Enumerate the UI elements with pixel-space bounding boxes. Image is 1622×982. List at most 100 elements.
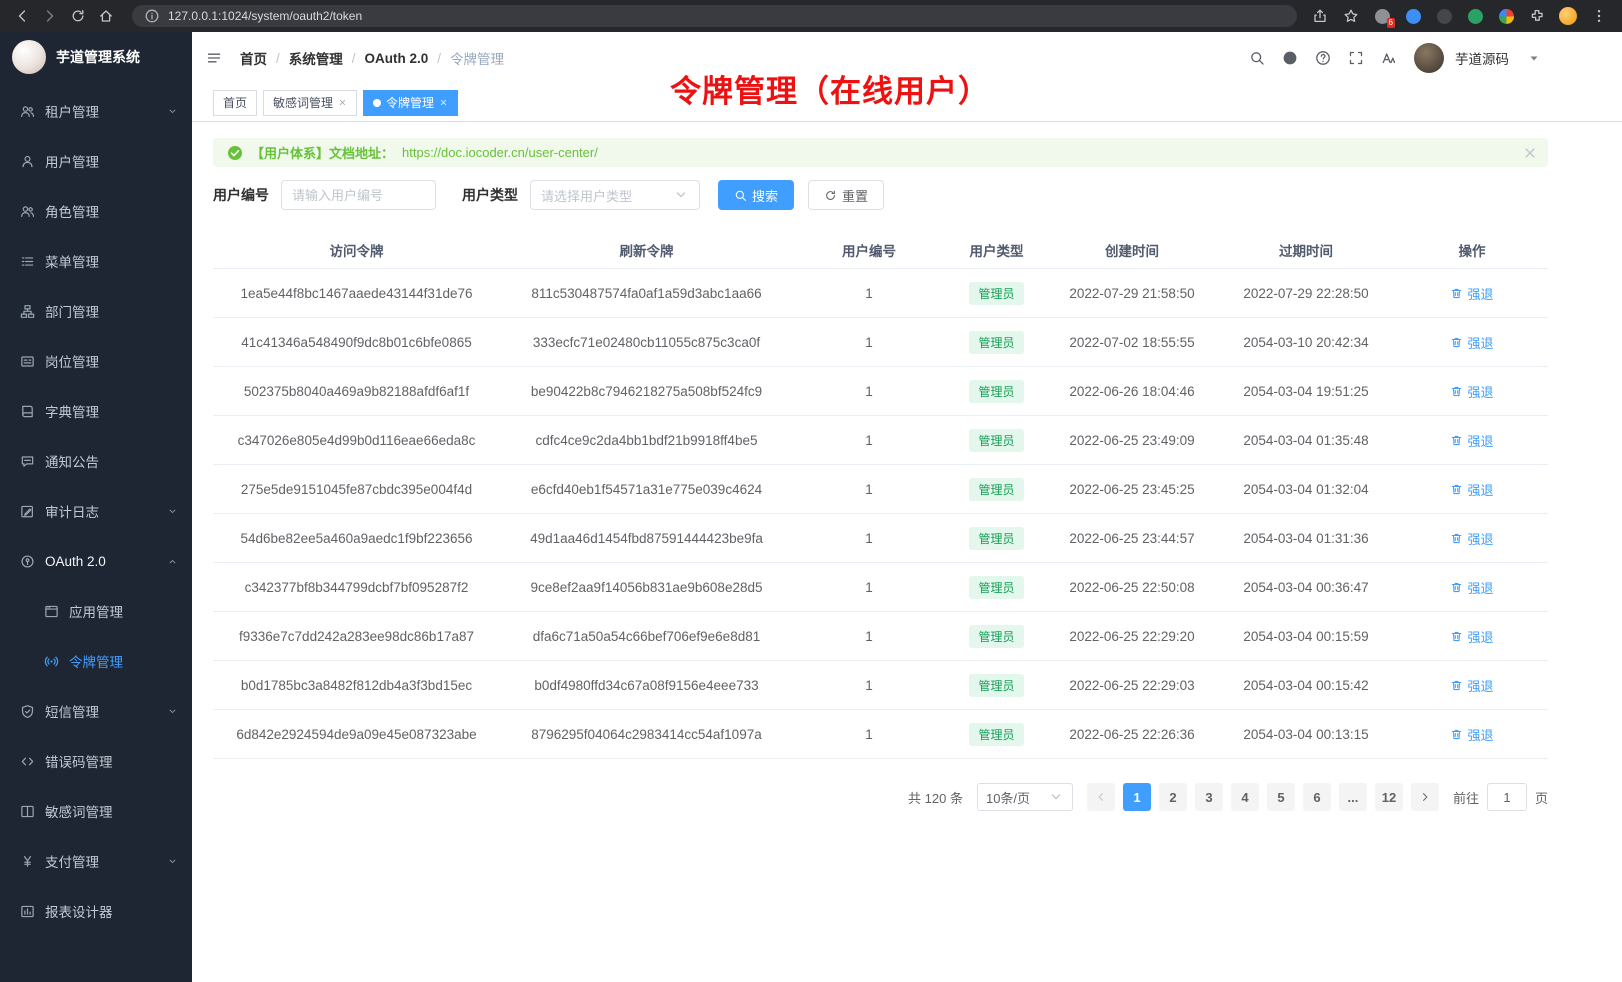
force-logout-button[interactable]: 强退 [1450, 578, 1493, 597]
extension-badged-icon[interactable]: 6 [1373, 7, 1391, 25]
prev-page-button[interactable] [1087, 783, 1115, 811]
expire-time-cell: 2054-03-04 01:31:36 [1216, 514, 1396, 562]
search-button[interactable]: 搜索 [718, 180, 794, 210]
alert-close-icon[interactable] [1522, 145, 1538, 161]
tab-token[interactable]: 令牌管理 [363, 90, 458, 116]
font-size-icon[interactable] [1381, 50, 1397, 66]
force-logout-button[interactable]: 强退 [1450, 529, 1493, 548]
sidebar-item-dict[interactable]: 字典管理 [0, 386, 192, 436]
page-button-2[interactable]: 2 [1159, 783, 1187, 811]
sidebar-item-audit-log[interactable]: 审计日志 [0, 486, 192, 536]
sidebar-item-sms[interactable]: 短信管理 [0, 686, 192, 736]
page-button-1[interactable]: 1 [1123, 783, 1151, 811]
force-logout-button[interactable]: 强退 [1450, 284, 1493, 303]
force-logout-button[interactable]: 强退 [1450, 382, 1493, 401]
breadcrumb-item[interactable]: 系统管理 [289, 48, 343, 68]
help-icon[interactable] [1315, 50, 1331, 66]
user-id-input[interactable] [281, 180, 436, 210]
goto-page-input[interactable] [1487, 783, 1527, 811]
pagination: 共 120 条 10条/页 123456...12 前往 页 [213, 783, 1548, 811]
sidebar-item-user[interactable]: 用户管理 [0, 136, 192, 186]
table-row: c347026e805e4d99b0d116eae66eda8ccdfc4ce9… [213, 416, 1548, 465]
sidebar-item-oauth2[interactable]: OAuth 2.0 [0, 536, 192, 586]
sidebar-item-role[interactable]: 角色管理 [0, 186, 192, 236]
page-button-3[interactable]: 3 [1195, 783, 1223, 811]
force-logout-button[interactable]: 强退 [1450, 480, 1493, 499]
trash-icon [1450, 728, 1463, 741]
breadcrumb-item[interactable]: 首页 [240, 48, 267, 68]
tab-home[interactable]: 首页 [213, 90, 257, 116]
page-button-12[interactable]: 12 [1375, 783, 1403, 811]
bookmark-star-icon[interactable] [1342, 7, 1360, 25]
app-logo[interactable]: 芋道管理系统 [0, 32, 192, 82]
action-cell: 强退 [1396, 318, 1548, 366]
sidebar-item-sensitive-word[interactable]: 敏感词管理 [0, 786, 192, 836]
chevron-down-icon [167, 706, 178, 717]
page-button-5[interactable]: 5 [1267, 783, 1295, 811]
expire-time-cell: 2054-03-04 19:51:25 [1216, 367, 1396, 415]
next-page-button[interactable] [1411, 783, 1439, 811]
sidebar-item-tenant[interactable]: 租户管理 [0, 86, 192, 136]
page-button-4[interactable]: 4 [1231, 783, 1259, 811]
page-size-select[interactable]: 10条/页 [977, 783, 1073, 811]
user-id-cell: 1 [793, 465, 945, 513]
user-type-select[interactable]: 请选择用户类型 [530, 180, 700, 210]
sidebar-item-report-designer[interactable]: 报表设计器 [0, 886, 192, 936]
sidebar-item-error-code[interactable]: 错误码管理 [0, 736, 192, 786]
chevron-down-icon [167, 856, 178, 867]
extensions-puzzle-icon[interactable] [1528, 7, 1546, 25]
header-search-icon[interactable] [1249, 50, 1265, 66]
fullscreen-icon[interactable] [1348, 50, 1364, 66]
breadcrumb-item: 令牌管理 [450, 48, 504, 68]
sidebar-item-post[interactable]: 岗位管理 [0, 336, 192, 386]
sidebar-item-oauth2-app[interactable]: 应用管理 [0, 586, 192, 636]
sidebar-item-oauth2-token[interactable]: 令牌管理 [0, 636, 192, 686]
sidebar-item-pay[interactable]: 支付管理 [0, 836, 192, 886]
extension-pinwheel-icon[interactable] [1497, 7, 1515, 25]
share-icon[interactable] [1311, 7, 1329, 25]
browser-profile-avatar[interactable] [1559, 7, 1577, 25]
force-logout-button[interactable]: 强退 [1450, 725, 1493, 744]
extension-blue-icon[interactable] [1404, 7, 1422, 25]
user-type-cell: 管理员 [945, 612, 1048, 660]
app-title: 芋道管理系统 [56, 47, 140, 67]
force-logout-button[interactable]: 强退 [1450, 676, 1493, 695]
browser-reload-icon[interactable] [66, 4, 90, 28]
sidebar-item-dept[interactable]: 部门管理 [0, 286, 192, 336]
access-token-cell: f9336e7c7dd242a283ee98dc86b17a87 [213, 612, 500, 660]
tab-close-icon[interactable] [338, 98, 347, 107]
force-logout-button[interactable]: 强退 [1450, 431, 1493, 450]
extension-dark-icon[interactable] [1435, 7, 1453, 25]
created-time-cell: 2022-06-25 23:49:09 [1048, 416, 1216, 464]
sidebar-item-notice[interactable]: 通知公告 [0, 436, 192, 486]
reset-button[interactable]: 重置 [808, 180, 884, 210]
collapse-sidebar-icon[interactable] [206, 50, 222, 66]
breadcrumb-item[interactable]: OAuth 2.0 [365, 51, 429, 66]
action-cell: 强退 [1396, 710, 1548, 758]
doc-link[interactable]: https://doc.iocoder.cn/user-center/ [402, 145, 598, 160]
browser-forward-icon[interactable] [38, 4, 62, 28]
page-ellipsis[interactable]: ... [1339, 783, 1367, 811]
table-row: 1ea5e44f8bc1467aaede43144f31de76811c5304… [213, 269, 1548, 318]
sidebar-item-menu[interactable]: 菜单管理 [0, 236, 192, 286]
page-button-6[interactable]: 6 [1303, 783, 1331, 811]
user-menu-caret-icon[interactable] [1526, 50, 1542, 66]
user-avatar[interactable] [1414, 43, 1444, 73]
refresh-token-cell: be90422b8c7946218275a508bf524fc9 [500, 367, 793, 415]
tab-sensitive-word[interactable]: 敏感词管理 [263, 90, 357, 116]
browser-home-icon[interactable] [94, 4, 118, 28]
browser-back-icon[interactable] [10, 4, 34, 28]
address-bar[interactable]: 127.0.0.1:1024/system/oauth2/token [132, 5, 1297, 27]
user-id-cell: 1 [793, 367, 945, 415]
refresh-token-cell: 333ecfc71e02480cb11055c875c3ca0f [500, 318, 793, 366]
extension-green-icon[interactable] [1466, 7, 1484, 25]
sensitive-word-icon [20, 804, 35, 819]
site-info-icon[interactable] [144, 8, 160, 24]
tab-close-icon[interactable] [439, 98, 448, 107]
force-logout-button[interactable]: 强退 [1450, 627, 1493, 646]
github-icon[interactable] [1282, 50, 1298, 66]
chevron-down-icon [167, 106, 178, 117]
browser-menu-kebab-icon[interactable] [1590, 7, 1608, 25]
force-logout-button[interactable]: 强退 [1450, 333, 1493, 352]
table-row: 275e5de9151045fe87cbdc395e004f4de6cfd40e… [213, 465, 1548, 514]
